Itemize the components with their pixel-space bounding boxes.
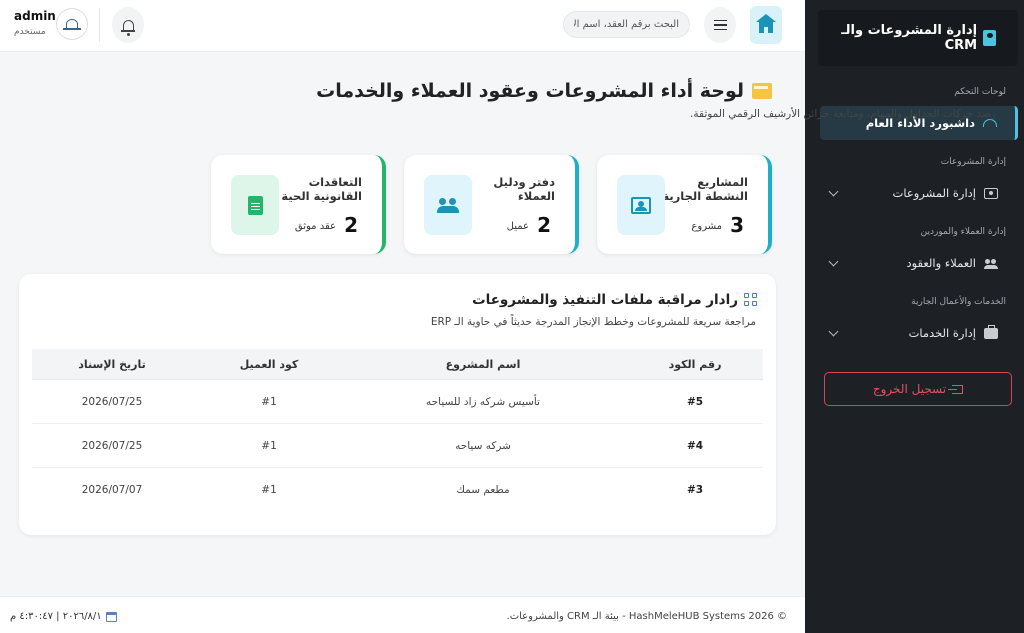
search-input[interactable] [563, 11, 690, 38]
page-subtitle: رصد حركات الجداول والمهام، ومتابعة خزائن… [690, 108, 996, 120]
sidebar-item-label: العملاء والعقود [906, 256, 977, 270]
panel-subtitle: مراجعة سريعة للمشروعات وخطط الإنجاز المد… [430, 316, 756, 328]
stat-card-projects[interactable]: المشاريع النشطة الجارية 3 مشروع [597, 155, 772, 254]
column-header[interactable]: كود العميل [208, 349, 330, 379]
footer: © 2026 HashMeleHUB Systems - بيئة الـ CR… [0, 596, 805, 633]
calendar-icon [105, 611, 117, 622]
cell-date: 2026/07/25 [81, 395, 143, 408]
projects-table: رقم الكود اسم المشروع كود العميل تاريخ ا… [32, 349, 763, 512]
panel-title-text: رادار مراقبة ملفات التنفيذ والمشروعات [472, 292, 738, 308]
table-header: رقم الكود اسم المشروع كود العميل تاريخ ا… [32, 349, 763, 380]
page-title-text: لوحة أداء المشروعات وعقود العملاء والخدم… [316, 80, 744, 102]
datetime-text: ٢٠٢٦/٨/١ | ٤:٣٠:٤٧ م [10, 611, 102, 622]
project-icon [631, 196, 651, 214]
stat-label: التعاقدات القانونية الحية [281, 175, 362, 203]
stat-icon-box [424, 175, 472, 235]
stat-value: 3 [730, 213, 744, 237]
stat-card-contracts[interactable]: التعاقدات القانونية الحية 2 عقد موثق [211, 155, 386, 254]
chevron-down-icon [828, 186, 839, 197]
sidebar-item-projects[interactable]: إدارة المشروعات [818, 176, 1016, 210]
logout-label: تسجيل الخروج [872, 382, 947, 396]
header-divider [99, 8, 100, 42]
cell-code: #3 [686, 484, 704, 496]
footer-datetime: ٢٠٢٦/٨/١ | ٤:٣٠:٤٧ م [10, 611, 117, 622]
stat-value: 2 [344, 213, 358, 237]
stat-label: المشاريع النشطة الجارية [662, 175, 748, 203]
brand-title: إدارة المشروعات والـ CRM [841, 23, 978, 53]
stat-unit: مشروع [691, 221, 722, 232]
home-button[interactable] [750, 6, 782, 44]
chevron-down-icon [828, 256, 839, 267]
section-title-dashboards: لوحات التحكم [954, 87, 1006, 97]
cell-client-code: #1 [261, 439, 277, 452]
sidebar: إدارة المشروعات والـ CRM لوحات التحكم دا… [805, 0, 1024, 633]
cell-date: 2026/07/07 [81, 484, 143, 496]
section-title-clients: إدارة العملاء والموردين [920, 227, 1006, 237]
column-header[interactable]: رقم الكود [639, 349, 751, 379]
notifications-button[interactable] [112, 7, 144, 43]
column-header[interactable]: اسم المشروع [358, 349, 608, 379]
stat-icon-box [231, 175, 279, 235]
chevron-down-icon [828, 326, 839, 337]
user-square-icon [984, 187, 998, 199]
cell-project-name: مطعم سمك [456, 484, 510, 496]
user-name: admin [14, 9, 56, 23]
logout-button[interactable]: تسجيل الخروج [824, 372, 1012, 406]
table-row[interactable]: #5 تأسيس شركه زاد للسياحه #1 2026/07/25 [32, 380, 763, 424]
column-header[interactable]: تاريخ الإسناد [52, 349, 172, 379]
top-header: admin مستخدم [0, 0, 805, 52]
sidebar-item-services[interactable]: إدارة الخدمات [818, 316, 1016, 350]
stat-unit: عميل [506, 221, 529, 232]
menu-toggle-button[interactable] [704, 7, 736, 43]
stat-unit: عقد موثق [294, 221, 336, 232]
logout-icon [948, 384, 964, 394]
users-icon [984, 258, 998, 269]
avatar[interactable] [56, 8, 88, 40]
folder-icon [752, 83, 772, 99]
id-badge-icon [983, 30, 996, 46]
sidebar-item-label: إدارة الخدمات [908, 326, 976, 340]
company-logo-icon [63, 18, 81, 30]
cell-code: #4 [686, 439, 704, 452]
section-title-projects: إدارة المشروعات [940, 157, 1006, 167]
document-icon [247, 195, 263, 215]
projects-radar-panel: رادار مراقبة ملفات التنفيذ والمشروعات مر… [19, 274, 776, 535]
bell-icon [120, 19, 135, 36]
sidebar-brand[interactable]: إدارة المشروعات والـ CRM [818, 10, 1018, 66]
home-icon [756, 14, 776, 33]
table-row[interactable]: #3 مطعم سمك #1 2026/07/07 [32, 468, 763, 512]
briefcase-icon [984, 324, 998, 339]
stat-icon-box [617, 175, 665, 235]
cell-client-code: #1 [261, 484, 277, 496]
grid-icon [744, 293, 758, 307]
user-role: مستخدم [14, 27, 46, 37]
table-row[interactable]: #4 شركه سياحه #1 2026/07/25 [32, 424, 763, 468]
cell-project-name: تأسيس شركه زاد للسياحه [426, 395, 540, 408]
sidebar-item-clients[interactable]: العملاء والعقود [818, 246, 1016, 280]
stat-label: دفتر ودليل العملاء [493, 175, 555, 203]
stat-value: 2 [537, 213, 551, 237]
sidebar-item-label: إدارة المشروعات [892, 186, 976, 200]
gauge-icon [983, 119, 997, 127]
panel-title: رادار مراقبة ملفات التنفيذ والمشروعات [472, 292, 758, 308]
section-title-services: الخدمات والأعمال الجارية [911, 297, 1006, 307]
stat-card-clients[interactable]: دفتر ودليل العملاء 2 عميل [404, 155, 579, 254]
footer-copyright: © 2026 HashMeleHUB Systems - بيئة الـ CR… [506, 611, 787, 622]
page-title: لوحة أداء المشروعات وعقود العملاء والخدم… [316, 80, 772, 102]
cell-client-code: #1 [261, 395, 277, 408]
people-icon [437, 197, 459, 213]
cell-date: 2026/07/25 [81, 439, 143, 452]
cell-project-name: شركه سياحه [455, 439, 511, 452]
cell-code: #5 [686, 395, 704, 408]
